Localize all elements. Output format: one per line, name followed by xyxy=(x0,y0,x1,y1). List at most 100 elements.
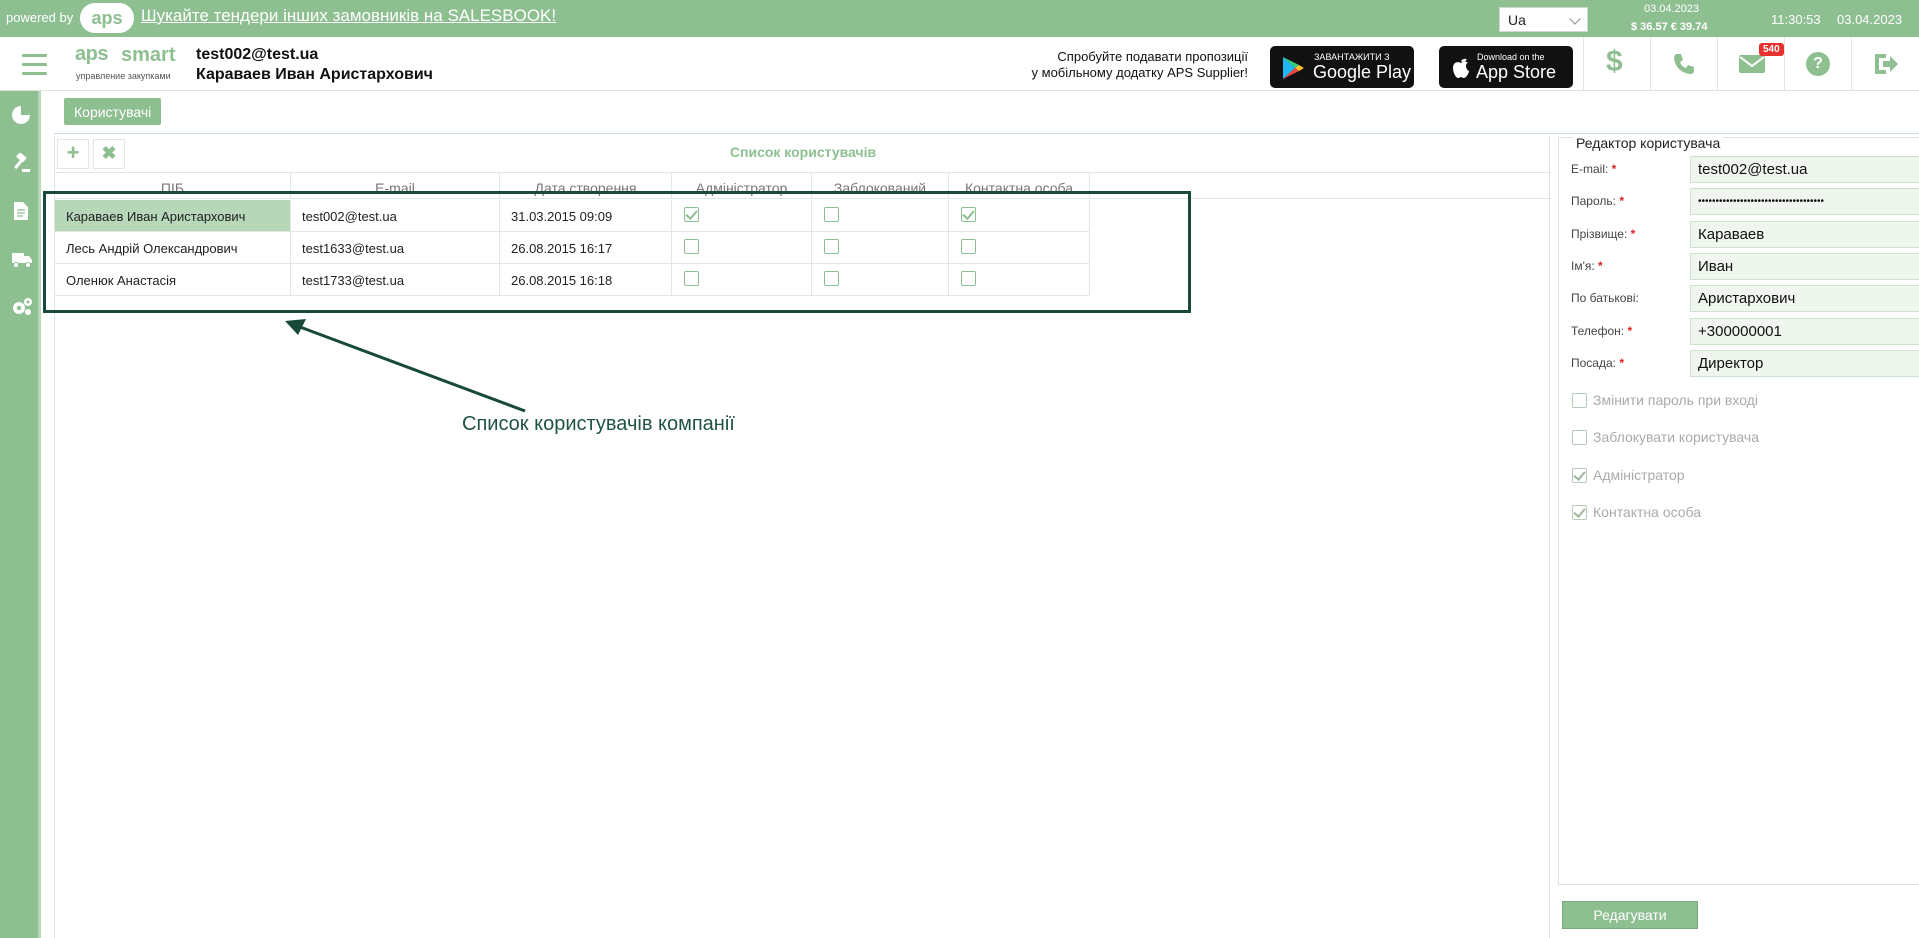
checkbox[interactable] xyxy=(824,271,839,286)
edit-button[interactable]: Редагувати xyxy=(1562,901,1698,929)
required-asterisk: * xyxy=(1615,355,1624,370)
field-input[interactable]: Иван xyxy=(1690,252,1919,280)
table-row[interactable]: Лесь Андрій Олександрович test1633@test.u… xyxy=(55,232,1090,264)
sidebar-item-delivery[interactable] xyxy=(0,235,41,283)
cell-admin xyxy=(672,264,812,296)
checkbox[interactable] xyxy=(961,271,976,286)
checkbox-label: Заблокувати користувача xyxy=(1593,429,1759,446)
language-value: Ua xyxy=(1508,12,1526,28)
column-header-created[interactable]: Дата створення xyxy=(500,173,672,199)
delete-user-button[interactable]: ✖ xyxy=(93,139,125,169)
logout-button[interactable] xyxy=(1851,37,1918,91)
field-label-text: Пароль: xyxy=(1571,194,1616,209)
checkbox[interactable] xyxy=(684,271,699,286)
mobile-promo-line1: Спробуйте подавати пропозиції xyxy=(1057,49,1248,64)
column-header-email[interactable]: E-mail xyxy=(291,173,500,199)
column-header-blocked[interactable]: Заблокований xyxy=(812,173,949,199)
currency-rate-date: 03.04.2023 xyxy=(1644,3,1700,15)
brand-smart-text: smart xyxy=(121,44,176,66)
cell-admin xyxy=(672,200,812,232)
cell-created[interactable]: 26.08.2015 16:18 xyxy=(500,264,672,296)
phone-button[interactable] xyxy=(1650,37,1717,91)
checkbox-label: Контактна особа xyxy=(1593,503,1702,520)
cell-email[interactable]: test1633@test.ua xyxy=(291,232,500,264)
checkbox[interactable] xyxy=(824,207,839,222)
column-header-contact[interactable]: Контактна особа xyxy=(949,173,1090,199)
checkbox[interactable] xyxy=(961,239,976,254)
currency-rates: $ 36.57 € 39.74 xyxy=(1631,21,1708,33)
checkbox[interactable] xyxy=(1572,467,1587,483)
cell-email[interactable]: test1733@test.ua xyxy=(291,264,500,296)
grid-header: ПІБ E-mail Дата створення Адміністратор … xyxy=(55,172,1551,199)
checkbox[interactable] xyxy=(961,207,976,222)
chevron-down-icon xyxy=(1569,13,1581,25)
cell-created[interactable]: 26.08.2015 16:17 xyxy=(500,232,672,264)
cell-name[interactable]: Лесь Андрій Олександрович xyxy=(55,232,291,264)
checkbox[interactable] xyxy=(684,239,699,254)
field-input[interactable]: +300000001 xyxy=(1690,317,1919,345)
field-label-text: Телефон: xyxy=(1571,323,1625,338)
cell-admin xyxy=(672,232,812,264)
column-header-name[interactable]: ПІБ xyxy=(55,173,291,199)
cell-created[interactable]: 31.03.2015 09:09 xyxy=(500,200,672,232)
cell-name[interactable]: Караваев Иван Аристархович xyxy=(55,200,291,232)
salesbook-promo-link[interactable]: Шукайте тендери інших замовників на SALE… xyxy=(141,6,556,26)
cell-contact xyxy=(949,232,1090,264)
apple-icon xyxy=(1453,58,1469,78)
sidebar-item-tenders[interactable] xyxy=(0,139,41,187)
aps-logo-icon[interactable]: aps xyxy=(80,3,134,33)
checkbox[interactable] xyxy=(1572,430,1587,446)
checkbox[interactable] xyxy=(824,239,839,254)
dollar-icon: $ xyxy=(1606,45,1623,78)
help-button[interactable]: ? xyxy=(1784,37,1851,91)
sidebar-item-analytics[interactable] xyxy=(0,91,41,139)
field-input[interactable]: •••••••••••••••••••••••••••••••••••• xyxy=(1690,188,1919,216)
field-input[interactable]: Директор xyxy=(1690,349,1919,377)
required-asterisk: * xyxy=(1615,194,1624,209)
checkbox[interactable] xyxy=(1572,393,1587,408)
field-input[interactable]: test002@test.ua xyxy=(1690,156,1919,183)
powered-by-label: powered by xyxy=(6,10,74,25)
language-select[interactable]: Ua xyxy=(1499,7,1588,32)
column-header-admin[interactable]: Адміністратор xyxy=(672,173,812,199)
aps-smart-logo[interactable]: aps smart управление закупками xyxy=(75,43,185,83)
cell-blocked xyxy=(812,232,949,264)
google-play-button[interactable]: ЗАВАНТАЖИТИ З Google Play xyxy=(1270,46,1414,88)
annotation-arrow-icon xyxy=(285,319,526,413)
table-row[interactable]: Караваев Иван Аристархович test002@test.u… xyxy=(55,200,1090,232)
field-label-text: E-mail: xyxy=(1571,162,1609,176)
field-label-text: Ім'я: xyxy=(1571,258,1595,273)
aps-logo-text: aps xyxy=(91,8,122,28)
app-store-button[interactable]: Download on the App Store xyxy=(1439,46,1573,88)
cell-name[interactable]: Оленюк Анастасія xyxy=(55,264,291,296)
add-user-button[interactable]: + xyxy=(57,139,89,169)
messages-button[interactable]: 540 xyxy=(1717,37,1784,91)
tab-users[interactable]: Користувачі ✕ xyxy=(64,98,171,125)
field-label-text: По батькові: xyxy=(1571,291,1639,306)
checkbox[interactable] xyxy=(684,207,699,222)
pie-chart-icon xyxy=(12,106,30,124)
sidebar-item-settings[interactable] xyxy=(0,283,41,331)
cell-email[interactable]: test002@test.ua xyxy=(291,200,500,232)
checkbox[interactable] xyxy=(1572,504,1587,520)
close-icon[interactable]: ✕ xyxy=(161,101,171,115)
required-asterisk: * xyxy=(1627,226,1636,241)
field-label: Прізвище: * xyxy=(1571,227,1635,241)
required-asterisk: * xyxy=(1608,162,1617,176)
logout-icon xyxy=(1875,54,1898,74)
current-time: 11:30:53 xyxy=(1771,12,1821,27)
menu-hamburger-icon[interactable] xyxy=(22,54,47,75)
field-input[interactable]: Караваев xyxy=(1690,220,1919,248)
table-row[interactable]: Оленюк Анастасія test1733@test.ua 26.08.20… xyxy=(55,264,1090,296)
top-bar: powered by aps Шукайте тендери інших зам… xyxy=(0,0,1919,37)
google-play-icon xyxy=(1283,57,1304,79)
user-editor-panel: Редактор користувача E-mail: * test002@te… xyxy=(1558,135,1919,885)
field-input[interactable]: Аристархович xyxy=(1690,285,1919,313)
field-label: Телефон: * xyxy=(1571,324,1632,338)
field-label: Посада: * xyxy=(1571,356,1624,370)
sidebar-item-documents[interactable] xyxy=(0,187,41,235)
billing-dollar-button[interactable]: $ xyxy=(1583,37,1650,91)
brand-subtitle: управление закупками xyxy=(76,71,171,81)
google-play-small-text: ЗАВАНТАЖИТИ З xyxy=(1314,52,1390,62)
field-label: Пароль: * xyxy=(1571,194,1624,208)
